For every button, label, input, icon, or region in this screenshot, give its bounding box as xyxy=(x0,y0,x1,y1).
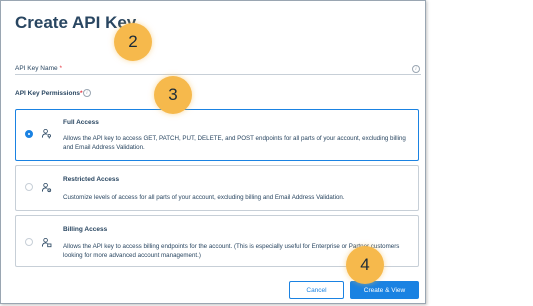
permission-description: Customize levels of access for all parts… xyxy=(63,194,345,201)
permission-description: Allows the API key to access GET, PATCH,… xyxy=(63,135,406,151)
radio-full-access[interactable] xyxy=(25,130,33,138)
user-settings-icon xyxy=(41,182,52,193)
api-key-permissions-label: API Key Permissions* xyxy=(15,90,83,97)
radio-billing-access[interactable] xyxy=(25,238,33,246)
permission-title: Billing Access xyxy=(63,226,108,233)
step-badge-2: 2 xyxy=(114,23,152,61)
user-key-icon xyxy=(41,128,51,139)
create-api-key-dialog: Create API Key API Key Name * i API Key … xyxy=(0,0,426,304)
step-badge-3: 3 xyxy=(154,76,192,114)
permission-title: Restricted Access xyxy=(63,176,120,183)
permission-title: Full Access xyxy=(63,119,99,126)
info-icon[interactable]: i xyxy=(83,89,91,97)
step-badge-4: 4 xyxy=(346,246,384,284)
required-marker: * xyxy=(59,65,62,72)
cancel-button[interactable]: Cancel xyxy=(289,281,344,299)
api-key-name-input[interactable] xyxy=(15,74,421,75)
permission-option-full-access[interactable]: Full Access Allows the API key to access… xyxy=(15,109,419,161)
create-and-view-button[interactable]: Create & View xyxy=(350,281,419,299)
info-icon[interactable]: i xyxy=(412,65,420,73)
api-key-name-label: API Key Name * xyxy=(15,65,62,72)
radio-restricted-access[interactable] xyxy=(25,183,33,191)
user-billing-icon xyxy=(41,237,52,248)
permission-option-restricted-access[interactable]: Restricted Access Customize levels of ac… xyxy=(15,165,419,211)
